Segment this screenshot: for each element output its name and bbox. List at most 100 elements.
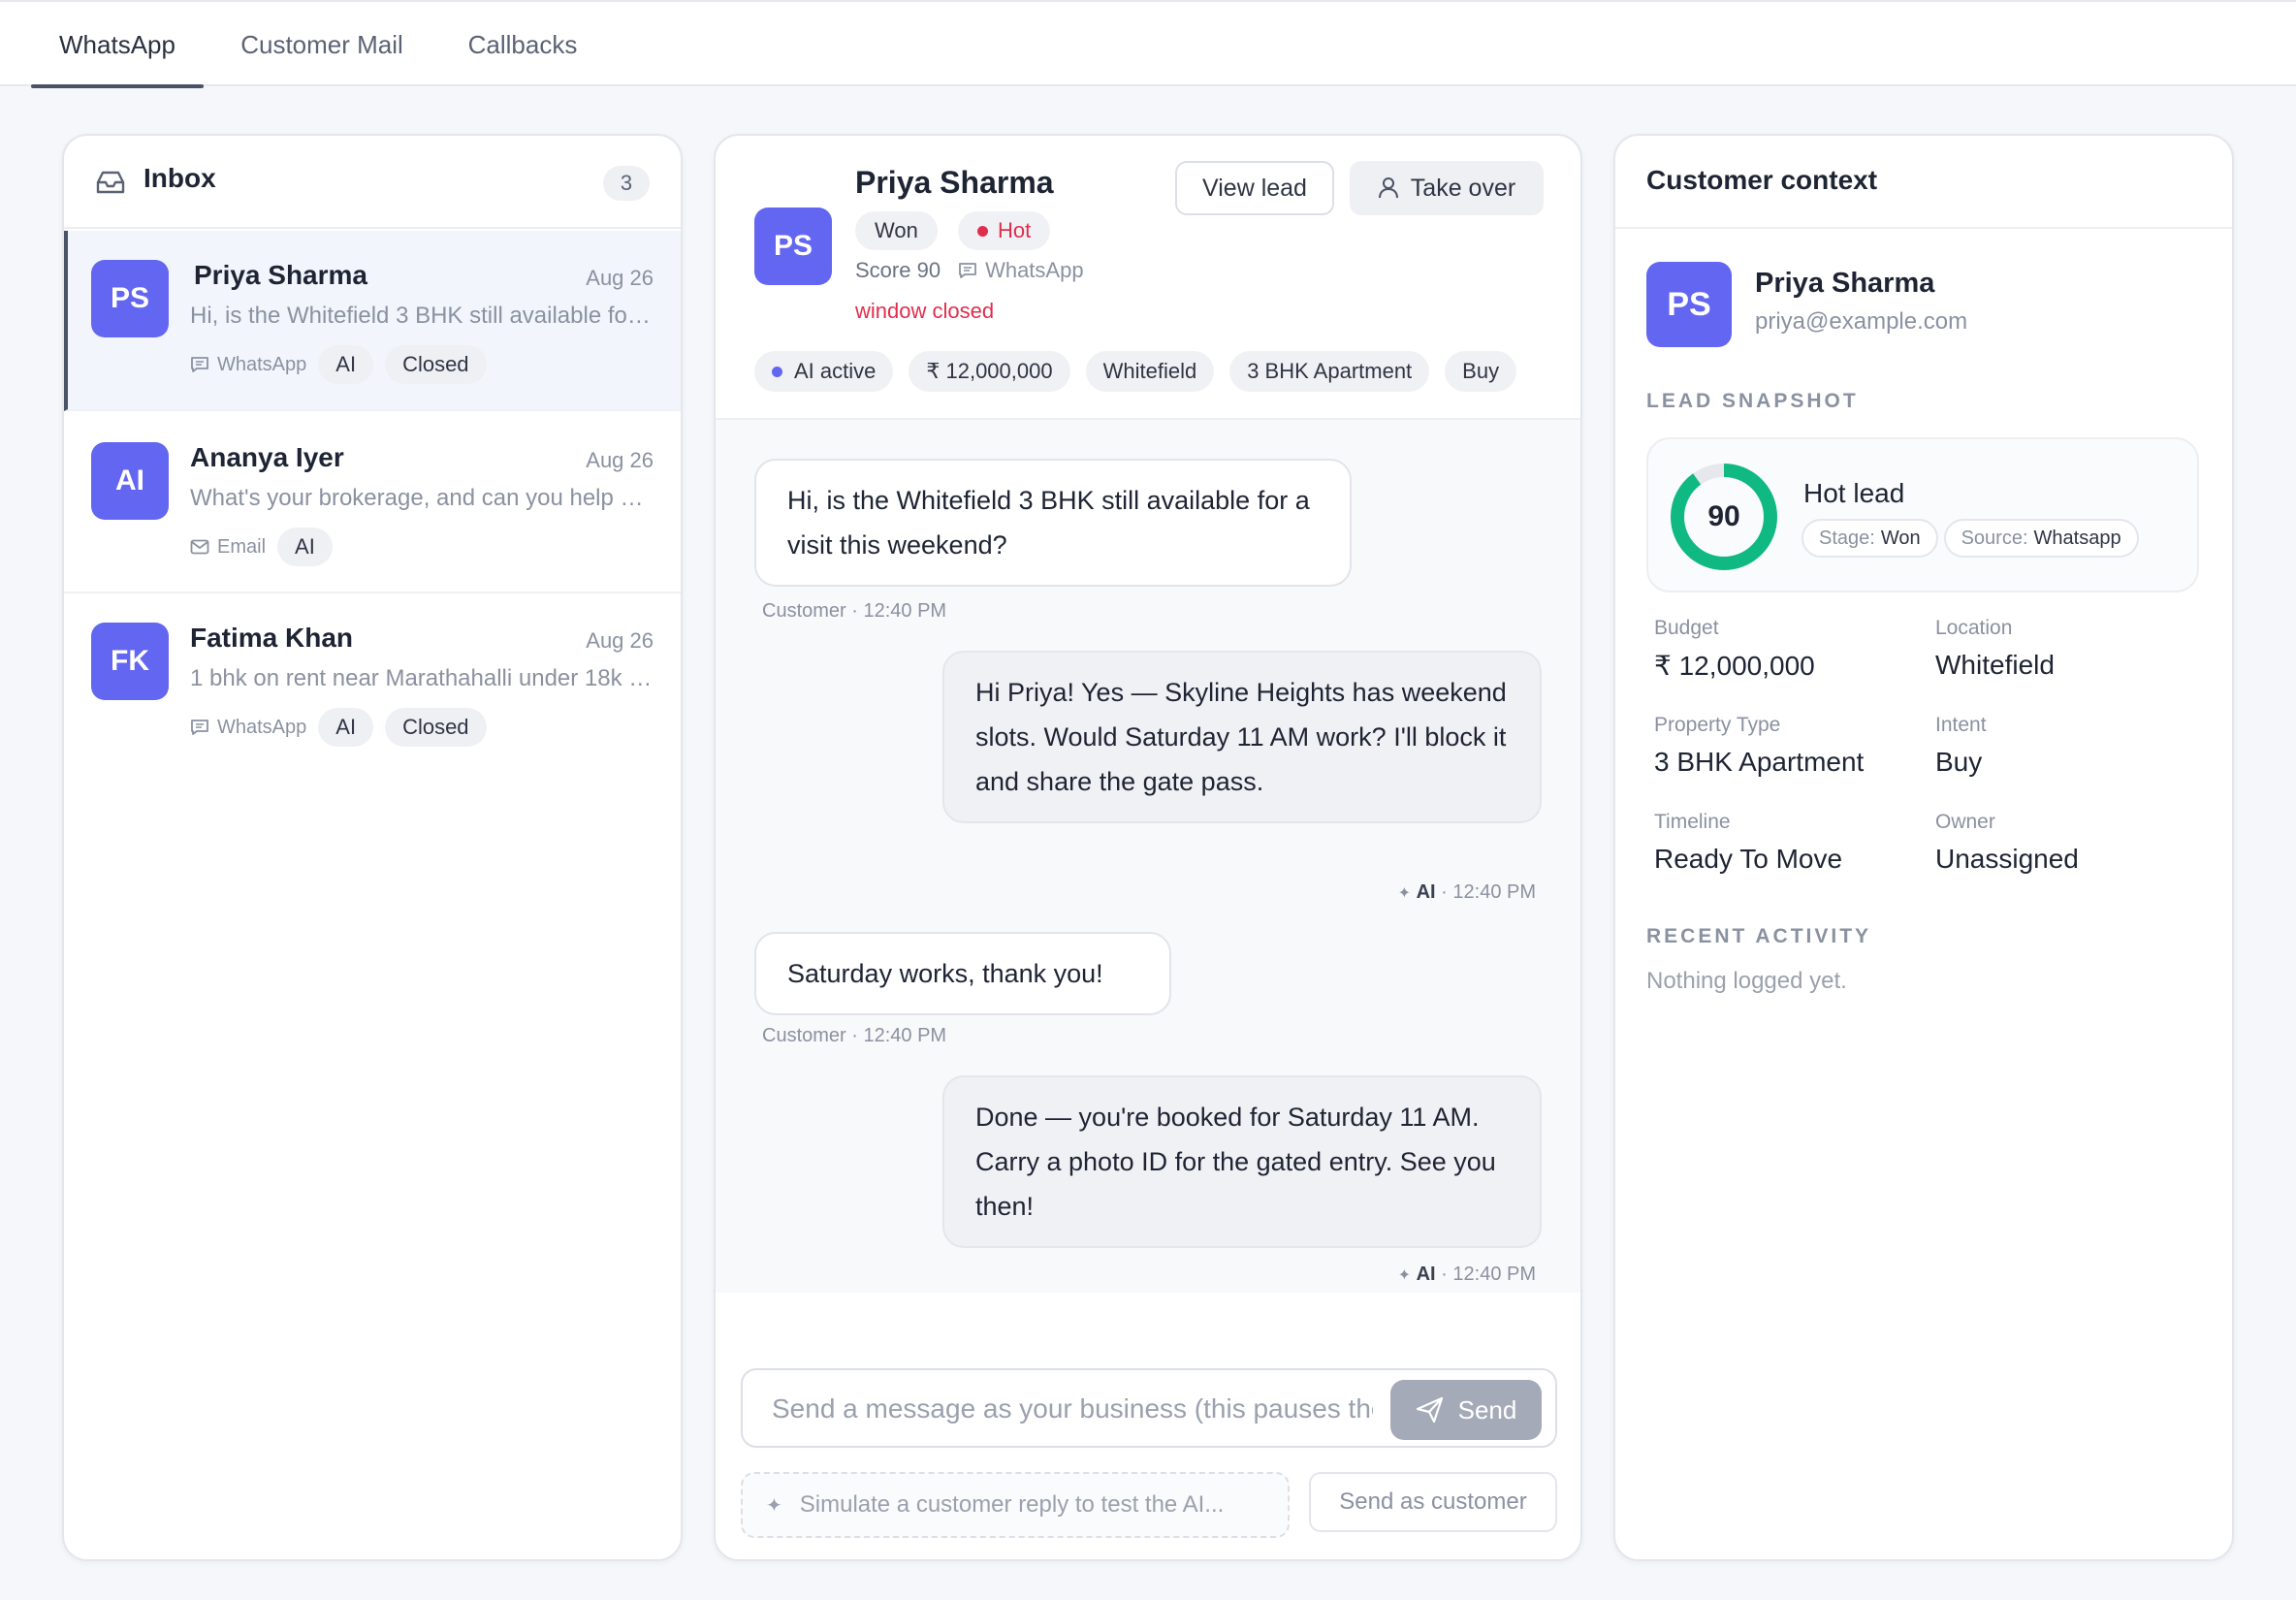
status-chip: Closed [385, 345, 487, 384]
avatar: PS [754, 208, 832, 285]
field-value-owner: Unassigned [1935, 844, 2079, 874]
take-over-label: Take over [1410, 174, 1516, 202]
channel-name: WhatsApp [217, 716, 307, 738]
recent-activity-empty: Nothing logged yet. [1646, 968, 1847, 994]
message-stamp: ✦ AI · 12:40 PM [1398, 881, 1536, 904]
message-time: · 12:40 PM [851, 600, 947, 622]
lead-temperature-label: Hot lead [1803, 478, 1905, 508]
field-value-timeline: Ready To Move [1654, 844, 1843, 874]
hot-dot-icon [977, 225, 988, 237]
ai-active-tag: AI active [754, 351, 894, 392]
conversation-name: Fatima Khan [190, 623, 354, 653]
field-label-property-type: Property Type [1654, 714, 1781, 736]
avatar: AI [91, 442, 169, 520]
send-as-customer-button[interactable]: Send as customer [1309, 1472, 1557, 1532]
conversation-item-ananya[interactable]: AI Ananya Iyer Aug 26 What's your broker… [64, 413, 681, 593]
simulate-reply-input[interactable]: ✦ Simulate a customer reply to test the … [741, 1472, 1290, 1538]
recent-activity-label: RECENT ACTIVITY [1646, 925, 1872, 947]
window-status: window closed [855, 299, 995, 323]
top-tab-bar: WhatsApp Customer Mail Callbacks [0, 0, 2296, 88]
message-sender: AI [1416, 1264, 1436, 1285]
chat-icon [191, 720, 208, 735]
customer-message: Saturday works, thank you! [754, 932, 1171, 1015]
customer-context-panel: Customer context PS Priya Sharma priya@e… [1613, 134, 2234, 1561]
conversation-meta: WhatsApp AI Closed [190, 708, 487, 747]
sparkle-icon: ✦ [766, 1494, 782, 1517]
view-lead-button[interactable]: View lead [1175, 161, 1334, 215]
inbox-count-badge: 3 [603, 166, 650, 201]
channel-label: WhatsApp [190, 354, 306, 376]
ai-chip: AI [318, 708, 374, 747]
ai-chip: AI [318, 345, 374, 384]
message-time: · 12:40 PM [1441, 1264, 1536, 1285]
channel-name: WhatsApp [985, 258, 1084, 282]
chat-icon [959, 263, 976, 278]
tab-customer-mail[interactable]: Customer Mail [223, 2, 421, 87]
channel-name: Email [217, 535, 267, 558]
conversation-preview: Hi, is the Whitefield 3 BHK still availa… [190, 303, 655, 329]
field-label-budget: Budget [1654, 617, 1719, 639]
message-stamp: Customer · 12:40 PM [762, 1025, 946, 1047]
temperature-badge: Hot [958, 211, 1051, 250]
field-value-property-type: 3 BHK Apartment [1654, 747, 1865, 777]
message-stamp: ✦ AI · 12:40 PM [1398, 1264, 1536, 1286]
field-label-timeline: Timeline [1654, 811, 1731, 833]
inbox-icon [96, 171, 125, 194]
avatar: FK [91, 623, 169, 700]
inbox-panel: Inbox 3 PS Priya Sharma Aug 26 Hi, is th… [62, 134, 683, 1561]
send-label: Send [1457, 1394, 1517, 1424]
conversation-name: Priya Sharma [194, 260, 367, 290]
ai-message: Done — you're booked for Saturday 11 AM.… [942, 1075, 1542, 1248]
channel-name: WhatsApp [217, 353, 307, 375]
channel-label: WhatsApp [958, 258, 1084, 283]
field-value-location: Whitefield [1935, 650, 2055, 680]
user-icon [1378, 177, 1398, 199]
contact-name: Priya Sharma [855, 165, 1054, 200]
property-type-tag: 3 BHK Apartment [1229, 351, 1430, 392]
ai-message: Hi Priya! Yes — Skyline Heights has week… [942, 651, 1542, 823]
avatar: PS [1646, 262, 1732, 347]
context-title: Customer context [1646, 165, 1878, 195]
conversation-item-fatima[interactable]: FK Fatima Khan Aug 26 1 bhk on rent near… [64, 593, 681, 774]
conversation-item-priya[interactable]: PS Priya Sharma Aug 26 Hi, is the Whitef… [64, 231, 681, 411]
conversation-meta: Email AI [190, 528, 333, 566]
customer-email: priya@example.com [1755, 308, 1968, 335]
lead-snapshot-card: 90 Hot lead Stage: Won Source: Whatsapp [1646, 437, 2199, 592]
ai-chip: AI [277, 528, 333, 566]
message-composer: Send [741, 1368, 1557, 1448]
chat-icon [191, 357, 208, 372]
chip-key: Stage: [1819, 527, 1875, 549]
source-chip: Source: Whatsapp [1943, 519, 2139, 558]
send-button[interactable]: Send [1390, 1380, 1542, 1440]
budget-tag: ₹ 12,000,000 [909, 351, 1070, 392]
message-sender: Customer [762, 1025, 846, 1046]
send-icon [1416, 1396, 1443, 1424]
conversation-date: Aug 26 [586, 448, 654, 472]
tab-whatsapp[interactable]: WhatsApp [31, 2, 204, 88]
simulate-placeholder: Simulate a customer reply to test the AI… [799, 1491, 1225, 1518]
chip-value: Won [1880, 527, 1921, 549]
customer-message: Hi, is the Whitefield 3 BHK still availa… [754, 459, 1352, 587]
view-lead-label: View lead [1202, 174, 1307, 202]
context-header: Customer context [1615, 136, 2232, 229]
conversation-name: Ananya Iyer [190, 442, 344, 472]
conversation-date: Aug 26 [586, 266, 654, 290]
field-label-location: Location [1935, 617, 2013, 639]
sparkle-icon: ✦ [1397, 885, 1412, 902]
field-label-intent: Intent [1935, 714, 1987, 736]
field-value-intent: Buy [1935, 747, 1983, 777]
tab-callbacks[interactable]: Callbacks [452, 2, 593, 87]
take-over-button[interactable]: Take over [1350, 161, 1544, 215]
message-sender: AI [1416, 881, 1436, 903]
conversation-preview: 1 bhk on rent near Marathahalli under 18… [190, 665, 655, 691]
chip-key: Source: [1961, 527, 2028, 549]
score-value: 90 [1707, 500, 1740, 532]
message-input[interactable] [772, 1388, 1373, 1430]
stage-badge: Won [855, 211, 938, 250]
conversation-preview: What's your brokerage, and can you help … [190, 485, 655, 511]
score-line: Score 90 WhatsApp [855, 258, 1084, 283]
field-value-budget: ₹ 12,000,000 [1654, 651, 1815, 681]
location-tag: Whitefield [1085, 351, 1215, 392]
chip-value: Whatsapp [2033, 527, 2121, 549]
status-chip: Closed [385, 708, 487, 747]
